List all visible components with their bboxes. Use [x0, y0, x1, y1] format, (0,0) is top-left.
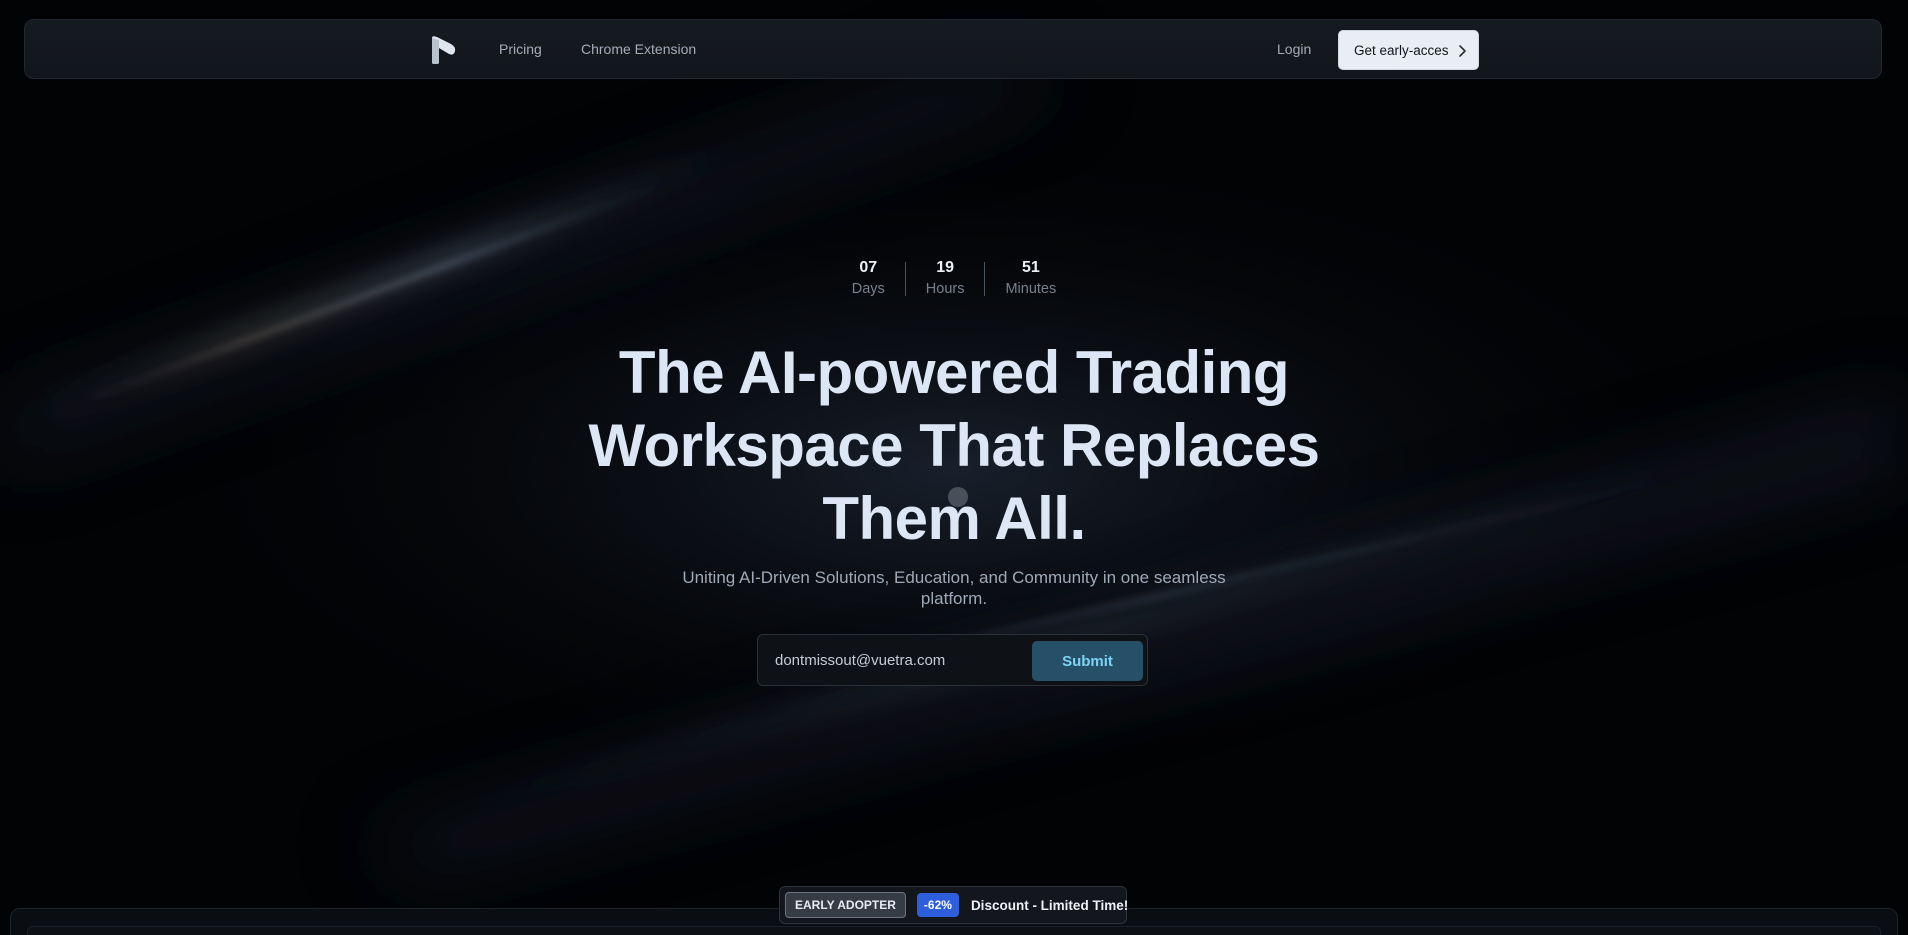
- chevron-right-icon: [1459, 45, 1466, 57]
- nav-link-chrome-extension[interactable]: Chrome Extension: [581, 41, 696, 57]
- login-link[interactable]: Login: [1277, 41, 1311, 57]
- hero-subtitle: Uniting AI-Driven Solutions, Education, …: [682, 568, 1226, 608]
- countdown-days-value: 07: [859, 259, 878, 276]
- hero-headline-line: The AI-powered Trading: [618, 339, 1290, 406]
- early-adopter-tag: EARLY ADOPTER: [785, 892, 906, 918]
- promo-banner[interactable]: EARLY ADOPTER -62% Discount - Limited Ti…: [779, 886, 1129, 924]
- countdown-days-label: Days: [851, 281, 885, 297]
- landing-page: Pricing Chrome Extension Login Get early…: [0, 0, 1908, 935]
- get-early-access-button[interactable]: Get early-acces: [1338, 30, 1479, 70]
- discount-badge: -62%: [916, 893, 959, 917]
- email-input[interactable]: [766, 641, 1026, 679]
- countdown-hours-value: 19: [936, 259, 955, 276]
- top-navbar: Pricing Chrome Extension Login Get early…: [24, 19, 1882, 79]
- countdown-minutes-value: 51: [1021, 259, 1040, 276]
- hero-headline-line: Workspace That Replaces: [588, 412, 1320, 479]
- countdown-timer: 07 Days 19 Hours 51 Minutes: [0, 258, 1908, 300]
- submit-button[interactable]: Submit: [1032, 641, 1143, 681]
- early-access-form: Submit: [757, 634, 1148, 686]
- promo-text: Discount - Limited Time!: [970, 897, 1129, 913]
- countdown-minutes-label: Minutes: [1005, 281, 1057, 297]
- countdown-minutes: 51 Minutes: [985, 258, 1076, 300]
- preview-panel-inner: [27, 926, 1881, 935]
- mouse-cursor: [948, 487, 968, 507]
- nav-link-pricing[interactable]: Pricing: [499, 41, 542, 57]
- hero-headline: The AI-powered Trading Workspace That Re…: [0, 336, 1908, 555]
- countdown-hours: 19 Hours: [906, 258, 985, 300]
- countdown-days: 07 Days: [832, 258, 905, 300]
- get-early-access-label: Get early-acces: [1354, 42, 1449, 58]
- brand-logo-icon[interactable]: [429, 35, 457, 65]
- countdown-hours-label: Hours: [925, 281, 965, 297]
